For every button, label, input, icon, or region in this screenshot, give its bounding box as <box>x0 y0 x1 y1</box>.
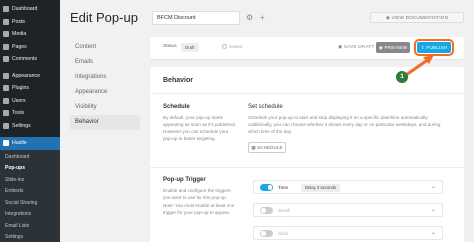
submenu-settings[interactable]: Settings <box>0 232 60 242</box>
tab-content[interactable]: Content <box>70 40 140 55</box>
tab-behavior[interactable]: Behavior <box>70 115 140 130</box>
trigger-label: Time <box>278 185 289 190</box>
status-label: Status <box>163 44 177 49</box>
menu-comments[interactable]: Comments <box>0 53 60 66</box>
section-divider <box>150 167 464 168</box>
check-circle-icon <box>222 44 227 49</box>
save-draft-button[interactable]: ▣ SAVE DRAFT <box>338 44 375 50</box>
tab-integrations[interactable]: Integrations <box>70 70 140 85</box>
time-toggle[interactable] <box>260 184 273 191</box>
view-documentation-button[interactable]: ◉ VIEW DOCUMENTATION <box>370 12 464 23</box>
trigger-label: Click <box>278 231 288 236</box>
menu-media[interactable]: Media <box>0 28 60 41</box>
trigger-note: Note: You must enable at least one trigg… <box>163 203 235 215</box>
current-menu-arrow <box>470 201 474 209</box>
tab-emails[interactable]: Emails <box>70 55 140 70</box>
saved-indicator: Saved <box>222 44 242 49</box>
set-schedule-title: Set schedule <box>248 104 283 110</box>
settings-icon <box>3 122 9 129</box>
chevron-down-icon[interactable]: ⌄ <box>431 229 436 236</box>
trigger-description: Enable and configure the triggers you wa… <box>163 188 231 200</box>
delay-badge: Delay 3 seconds <box>301 183 340 192</box>
pin-icon <box>3 18 9 25</box>
plugin-icon <box>3 85 9 92</box>
wrench-icon <box>3 110 9 117</box>
step-badge: 1 <box>396 71 408 83</box>
submenu-embeds[interactable]: Embeds <box>0 186 60 198</box>
popup-settings-nav: Content Emails Integrations Appearance V… <box>70 40 140 130</box>
submenu-slideins[interactable]: Slide-ins <box>0 175 60 187</box>
set-schedule-description: Schedule your pop-up to start and stop d… <box>248 115 441 134</box>
scroll-toggle[interactable] <box>260 207 273 214</box>
menu-settings[interactable]: Settings <box>0 120 60 133</box>
submenu-integrations[interactable]: Integrations <box>0 209 60 221</box>
menu-hustle[interactable]: Hustle <box>0 137 60 150</box>
menu-posts[interactable]: Posts <box>0 16 60 29</box>
page-title: Edit Pop-up <box>70 10 138 25</box>
page-icon <box>3 43 9 50</box>
behavior-panel: Behavior Schedule By default, your pop-u… <box>150 67 464 242</box>
trigger-time[interactable]: Time Delay 3 seconds ⌄ <box>253 180 443 194</box>
media-icon <box>3 31 9 38</box>
brush-icon <box>3 72 9 79</box>
trigger-scroll[interactable]: Scroll ⌄ <box>253 203 443 217</box>
status-badge: Draft <box>181 42 199 52</box>
trigger-click[interactable]: Click ⌄ <box>253 226 443 240</box>
submenu-social-sharing[interactable]: Social Sharing <box>0 198 60 210</box>
chevron-down-icon[interactable]: ⌄ <box>431 183 436 190</box>
chevron-down-icon[interactable]: ⌄ <box>431 206 436 213</box>
comment-icon <box>3 56 9 63</box>
submenu-dashboard[interactable]: Dashboard <box>0 152 60 164</box>
menu-pages[interactable]: Pages <box>0 41 60 54</box>
menu-appearance[interactable]: Appearance <box>0 70 60 83</box>
gear-icon[interactable]: ⚙ <box>246 13 253 22</box>
trigger-label: Scroll <box>278 208 290 213</box>
user-icon <box>3 97 9 104</box>
schedule-description: By default, your pop-up starts appearing… <box>163 115 236 141</box>
wp-admin-sidebar: Dashboard Posts Media Pages Comments App… <box>0 0 60 242</box>
menu-tools[interactable]: Tools <box>0 107 60 120</box>
hustle-icon <box>3 140 9 147</box>
click-toggle[interactable] <box>260 230 273 237</box>
popup-name-field[interactable]: BFCM Discount <box>152 11 240 25</box>
hustle-submenu: Dashboard Pop-ups Slide-ins Embeds Socia… <box>0 149 60 242</box>
submenu-email-lists[interactable]: Email Lists <box>0 221 60 233</box>
tab-appearance[interactable]: Appearance <box>70 85 140 100</box>
tab-visibility[interactable]: Visibility <box>70 100 140 115</box>
add-icon[interactable]: + <box>260 13 265 22</box>
schedule-title: Schedule <box>163 104 190 110</box>
submenu-popups[interactable]: Pop-ups <box>0 163 60 175</box>
schedule-button[interactable]: ▦ SCHEDULE <box>248 142 286 153</box>
menu-users[interactable]: Users <box>0 95 60 108</box>
menu-plugins[interactable]: Plugins <box>0 82 60 95</box>
dashboard-icon <box>3 6 9 13</box>
trigger-title: Pop-up Trigger <box>163 177 206 183</box>
menu-dashboard[interactable]: Dashboard <box>0 3 60 16</box>
